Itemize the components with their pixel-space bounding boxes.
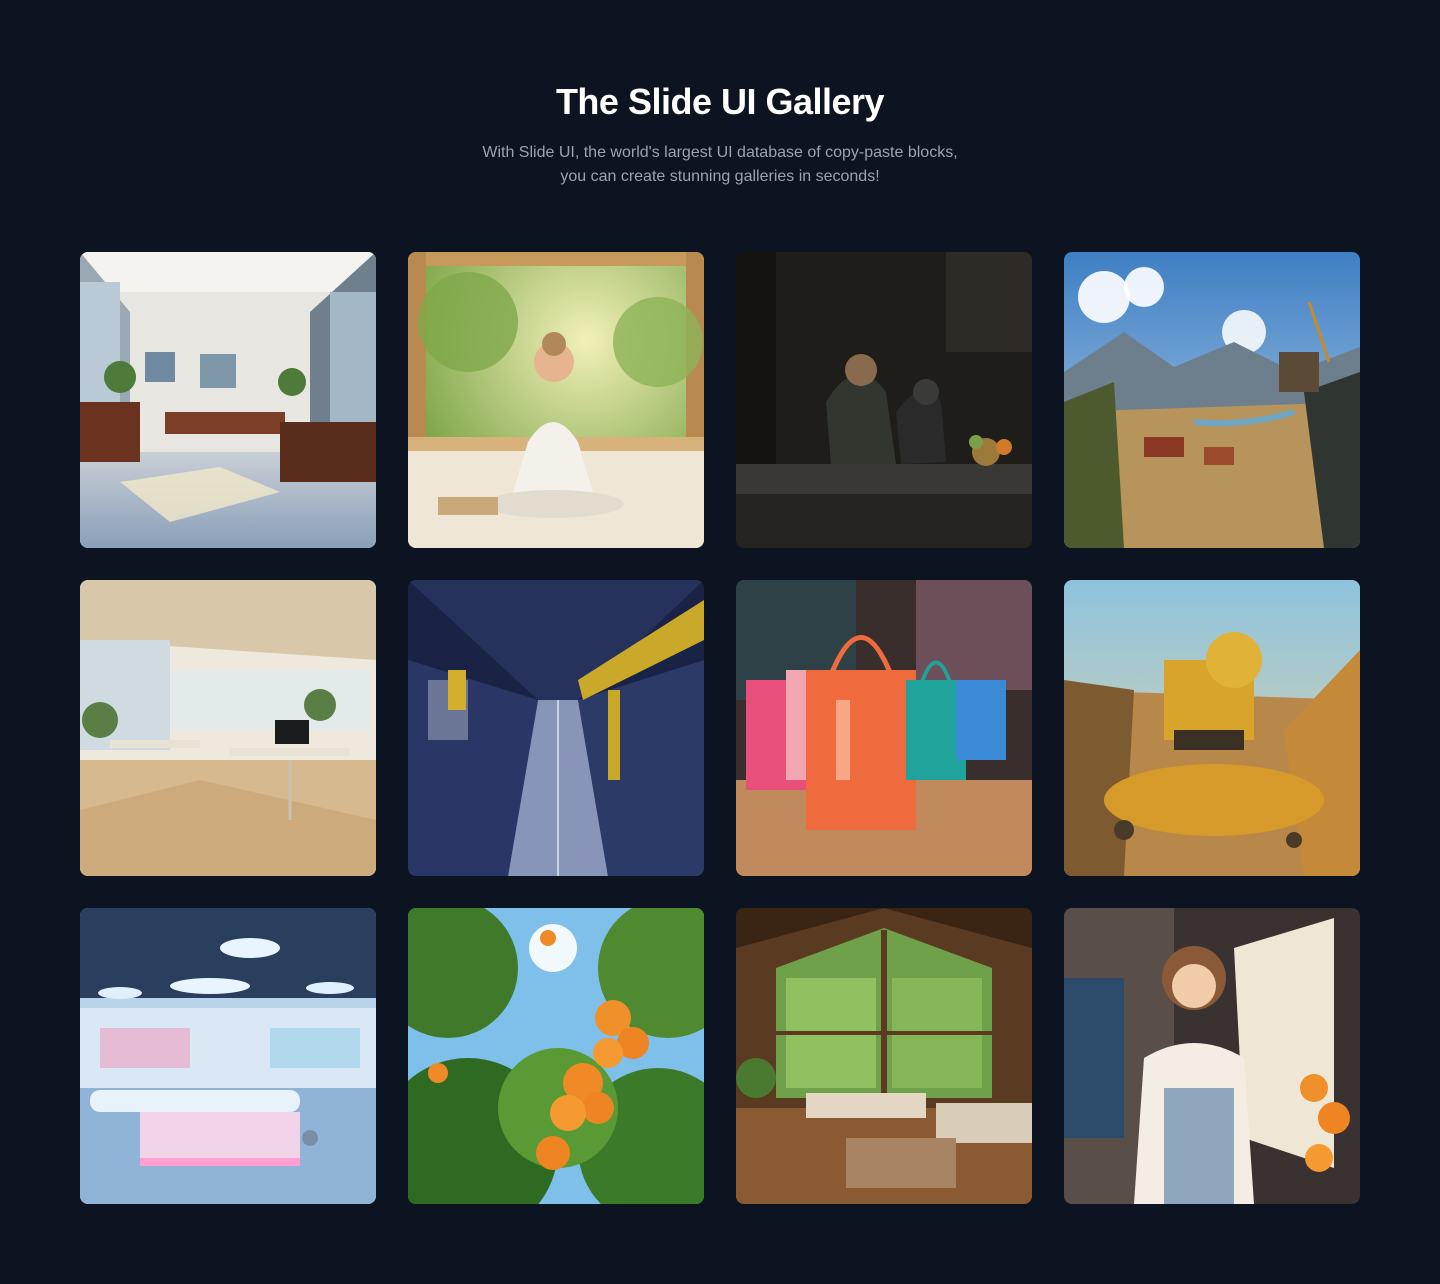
gallery-image-open-office[interactable] — [80, 580, 376, 876]
gallery-image-factory-conveyor[interactable] — [408, 580, 704, 876]
open-office-image — [80, 580, 376, 876]
gallery-image-man-with-dog[interactable] — [736, 252, 1032, 548]
gallery-image-woman-painter[interactable] — [1064, 908, 1360, 1204]
desert-mining-image — [1064, 580, 1360, 876]
office-lounge-image — [80, 252, 376, 548]
orange-tree-image — [408, 908, 704, 1204]
gallery-image-orange-tree[interactable] — [408, 908, 704, 1204]
cabin-interior-image — [736, 908, 1032, 1204]
page-title: The Slide UI Gallery — [555, 81, 885, 122]
woman-meditating-image — [408, 252, 704, 548]
gallery-image-woman-meditating[interactable] — [408, 252, 704, 548]
gallery-image-desert-mining[interactable] — [1064, 580, 1360, 876]
gallery-image-futuristic-lab[interactable] — [80, 908, 376, 1204]
woman-painter-image — [1064, 908, 1360, 1204]
gallery-image-office-lounge[interactable] — [80, 252, 376, 548]
gallery-image-cabin-interior[interactable] — [736, 908, 1032, 1204]
page-subtitle: With Slide UI, the world's largest UI da… — [420, 141, 1020, 189]
man-with-dog-image — [736, 252, 1032, 548]
factory-conveyor-image — [408, 580, 704, 876]
subtitle-line-2: you can create stunning galleries in sec… — [560, 168, 880, 185]
gallery-image-shopping-bags[interactable] — [736, 580, 1032, 876]
subtitle-line-1: With Slide UI, the world's largest UI da… — [482, 144, 958, 161]
mountain-mining-image — [1064, 252, 1360, 548]
shopping-bags-image — [736, 580, 1032, 876]
gallery-grid — [80, 252, 1360, 1204]
futuristic-lab-image — [80, 908, 376, 1204]
gallery-image-mountain-mining[interactable] — [1064, 252, 1360, 548]
